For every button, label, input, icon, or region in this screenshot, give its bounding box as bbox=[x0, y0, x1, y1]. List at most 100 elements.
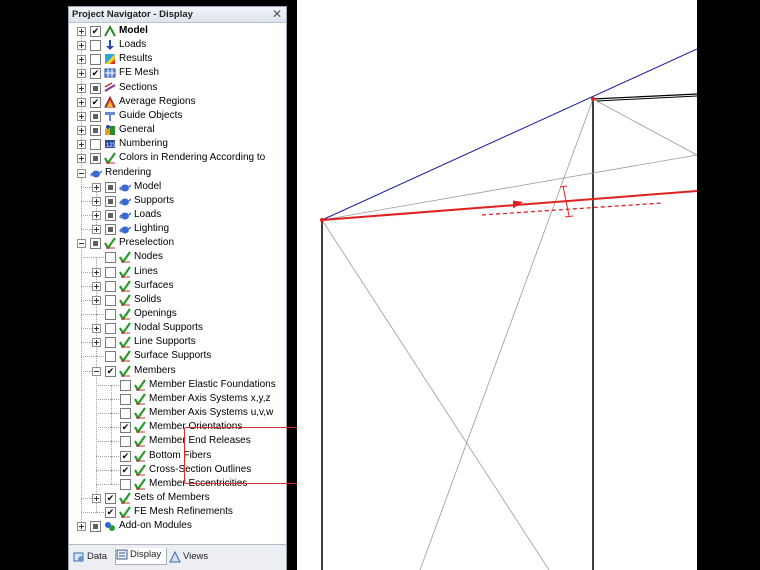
expand-icon[interactable] bbox=[77, 55, 86, 65]
tree-item-loads[interactable]: Loads bbox=[69, 38, 286, 52]
expand-icon[interactable] bbox=[77, 97, 86, 107]
expand-icon[interactable] bbox=[77, 111, 86, 121]
checkbox[interactable] bbox=[105, 266, 116, 278]
checkbox[interactable] bbox=[120, 478, 131, 490]
expand-icon[interactable] bbox=[92, 267, 101, 277]
svg-text:123: 123 bbox=[106, 143, 116, 149]
tree-item-rendering-model[interactable]: Model bbox=[69, 180, 286, 194]
green-check-icon bbox=[119, 280, 131, 292]
checkbox[interactable] bbox=[90, 238, 101, 250]
checkbox[interactable] bbox=[90, 110, 101, 122]
collapse-icon[interactable] bbox=[77, 168, 86, 178]
tree-item-general[interactable]: General bbox=[69, 123, 286, 137]
expand-icon[interactable] bbox=[77, 522, 86, 532]
tree-item-surface-supports[interactable]: Surface Supports bbox=[69, 349, 286, 363]
tree-item-guide-objects[interactable]: Guide Objects bbox=[69, 109, 286, 123]
tree-item-lines[interactable]: Lines bbox=[69, 265, 286, 279]
checkbox[interactable] bbox=[90, 40, 101, 52]
tree-item-fe-mesh[interactable]: ✔ FE Mesh bbox=[69, 66, 286, 80]
model-viewport[interactable] bbox=[297, 0, 697, 570]
tree-item-openings[interactable]: Openings bbox=[69, 307, 286, 321]
checkbox[interactable]: ✔ bbox=[90, 96, 101, 108]
collapse-icon[interactable] bbox=[92, 366, 101, 376]
tree-item-sets-of-members[interactable]: ✔ Sets of Members bbox=[69, 491, 286, 505]
checkbox[interactable] bbox=[105, 195, 116, 207]
tree-item-numbering[interactable]: 123 Numbering bbox=[69, 137, 286, 151]
expand-icon[interactable] bbox=[77, 83, 86, 93]
expand-icon[interactable] bbox=[92, 210, 101, 220]
tree-item-nodes[interactable]: Nodes bbox=[69, 250, 286, 264]
checkbox[interactable] bbox=[105, 209, 116, 221]
tree-item-fe-mesh-refinements[interactable]: ✔ FE Mesh Refinements bbox=[69, 505, 286, 519]
tree-item-solids[interactable]: Solids bbox=[69, 293, 286, 307]
expand-icon[interactable] bbox=[92, 182, 101, 192]
checkbox[interactable] bbox=[105, 351, 116, 363]
checkbox[interactable]: ✔ bbox=[105, 492, 116, 504]
tree-item-model[interactable]: ✔ Model bbox=[69, 24, 286, 38]
expand-icon[interactable] bbox=[77, 126, 86, 136]
checkbox[interactable]: ✔ bbox=[120, 450, 131, 462]
checkbox[interactable] bbox=[90, 82, 101, 94]
collapse-icon[interactable] bbox=[77, 239, 86, 249]
checkbox[interactable] bbox=[105, 181, 116, 193]
tab-views[interactable]: Views bbox=[169, 550, 209, 564]
tree-item-average-regions[interactable]: ✔ Average Regions bbox=[69, 95, 286, 109]
checkbox[interactable] bbox=[120, 408, 131, 420]
checkbox[interactable]: ✔ bbox=[105, 365, 116, 377]
tree-item-rendering-loads[interactable]: Loads bbox=[69, 208, 286, 222]
tab-data[interactable]: Data bbox=[73, 550, 111, 564]
expand-icon[interactable] bbox=[77, 69, 86, 79]
tree-item-member-axis-xyz[interactable]: Member Axis Systems x,y,z bbox=[69, 392, 286, 406]
checkbox[interactable] bbox=[105, 280, 116, 292]
tree-item-rendering-supports[interactable]: Supports bbox=[69, 194, 286, 208]
node-point[interactable] bbox=[320, 218, 324, 222]
checkbox[interactable]: ✔ bbox=[90, 26, 101, 37]
expand-icon[interactable] bbox=[77, 140, 86, 150]
checkbox[interactable] bbox=[90, 125, 101, 137]
expand-icon[interactable] bbox=[92, 281, 101, 291]
checkbox[interactable] bbox=[90, 139, 101, 151]
expand-icon[interactable] bbox=[77, 154, 86, 164]
expand-icon[interactable] bbox=[77, 27, 86, 36]
checkbox[interactable] bbox=[105, 224, 116, 236]
tree-item-preselection[interactable]: Preselection bbox=[69, 236, 286, 250]
checkbox[interactable] bbox=[105, 294, 116, 306]
tree-item-colors-rendering[interactable]: Colors in Rendering According to bbox=[69, 151, 286, 165]
checkbox[interactable]: ✔ bbox=[120, 422, 131, 434]
checkbox[interactable] bbox=[120, 436, 131, 448]
tree-item-surfaces[interactable]: Surfaces bbox=[69, 279, 286, 293]
checkbox[interactable]: ✔ bbox=[120, 464, 131, 476]
member-line[interactable] bbox=[321, 190, 697, 221]
checkbox[interactable]: ✔ bbox=[105, 507, 116, 519]
expand-icon[interactable] bbox=[92, 295, 101, 305]
checkbox[interactable] bbox=[120, 393, 131, 405]
tree-item-member-axis-uvw[interactable]: Member Axis Systems u,v,w bbox=[69, 406, 286, 420]
tree-item-results[interactable]: Results bbox=[69, 52, 286, 66]
tree-item-member-elastic-foundations[interactable]: Member Elastic Foundations bbox=[69, 378, 286, 392]
checkbox[interactable] bbox=[105, 337, 116, 349]
checkbox[interactable] bbox=[105, 323, 116, 335]
tree-item-rendering[interactable]: Rendering bbox=[69, 166, 286, 180]
checkbox[interactable]: ✔ bbox=[90, 68, 101, 80]
tree-item-add-on-modules[interactable]: Add-on Modules bbox=[69, 519, 286, 533]
tree-item-nodal-supports[interactable]: Nodal Supports bbox=[69, 321, 286, 335]
tab-display[interactable]: Display bbox=[115, 548, 167, 565]
expand-icon[interactable] bbox=[92, 225, 101, 235]
checkbox[interactable] bbox=[105, 309, 116, 320]
tree-item-rendering-lighting[interactable]: Lighting bbox=[69, 222, 286, 236]
node-point[interactable] bbox=[591, 97, 595, 101]
tree-item-sections[interactable]: Sections bbox=[69, 81, 286, 95]
checkbox[interactable] bbox=[120, 379, 131, 391]
tree-item-members[interactable]: ✔ Members bbox=[69, 364, 286, 378]
expand-icon[interactable] bbox=[92, 338, 101, 348]
tree-item-line-supports[interactable]: Line Supports bbox=[69, 335, 286, 349]
checkbox[interactable] bbox=[105, 252, 116, 264]
expand-icon[interactable] bbox=[92, 324, 101, 334]
expand-icon[interactable] bbox=[92, 493, 101, 503]
checkbox[interactable] bbox=[90, 54, 101, 66]
close-icon[interactable]: ✕ bbox=[272, 7, 282, 21]
expand-icon[interactable] bbox=[77, 41, 86, 51]
checkbox[interactable] bbox=[90, 153, 101, 165]
expand-icon[interactable] bbox=[92, 196, 101, 206]
checkbox[interactable] bbox=[90, 521, 101, 533]
